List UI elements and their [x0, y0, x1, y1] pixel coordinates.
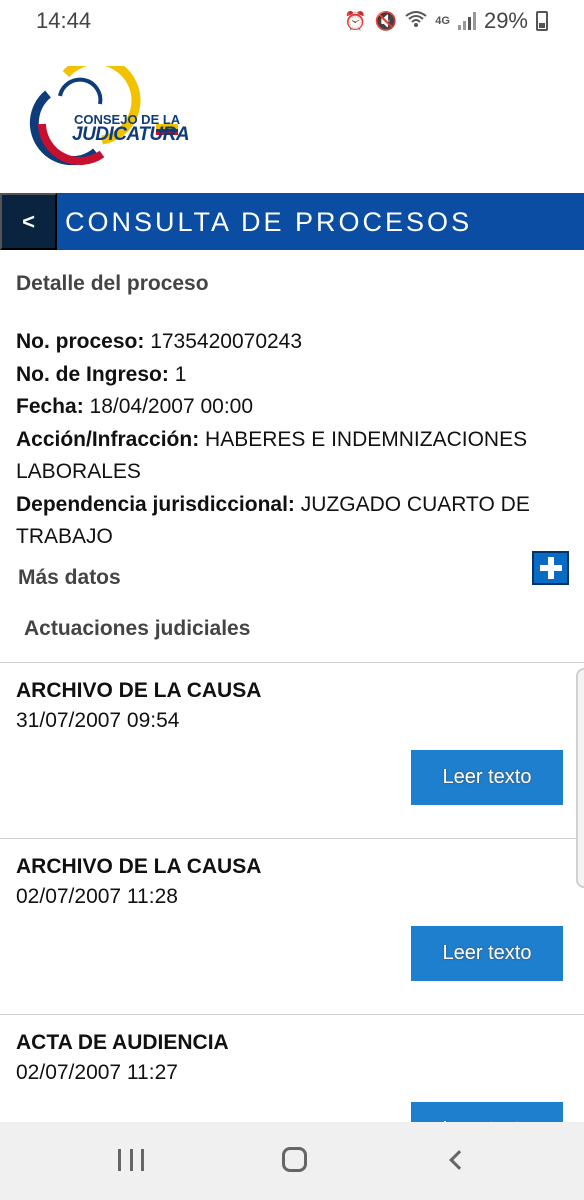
- detail-label: Dependencia jurisdiccional:: [16, 492, 295, 516]
- home-icon[interactable]: [282, 1147, 307, 1172]
- item-date: 02/07/2007 11:28: [16, 885, 178, 908]
- item-title: ARCHIVO DE LA CAUSA: [16, 855, 262, 878]
- item-date: 31/07/2007 09:54: [16, 709, 180, 732]
- battery-percent: 29%: [483, 8, 528, 33]
- status-bar: 14:44 ⏰ 🔇 4G 29%: [0, 0, 584, 40]
- process-details: No. proceso: 1735420070243 No. de Ingres…: [16, 326, 576, 554]
- detail-row-entry-number: No. de Ingreso: 1: [16, 359, 576, 392]
- wifi-icon: [405, 10, 427, 33]
- logo-text-line2: JUDICATURA: [72, 124, 190, 145]
- battery-icon: [536, 11, 548, 31]
- item-title: ACTA DE AUDIENCIA: [16, 1031, 229, 1054]
- page-header: < CONSULTA DE PROCESOS: [0, 193, 584, 250]
- back-icon[interactable]: [449, 1150, 469, 1170]
- read-text-button[interactable]: Leer texto: [411, 926, 563, 981]
- actuaciones-title: Actuaciones judiciales: [24, 617, 251, 640]
- detail-row-action: Acción/Infracción: HABERES E INDEMNIZACI…: [16, 424, 576, 489]
- actuaciones-list: ARCHIVO DE LA CAUSA 31/07/2007 09:54 Lee…: [0, 662, 584, 1190]
- detail-row-process-number: No. proceso: 1735420070243: [16, 326, 576, 359]
- android-nav-bar: [0, 1122, 584, 1200]
- detail-label: No. de Ingreso:: [16, 362, 169, 386]
- back-button[interactable]: <: [0, 193, 57, 250]
- consejo-judicatura-logo: CONSEJO DE LA JUDICATURA: [16, 55, 190, 170]
- page-title: CONSULTA DE PROCESOS: [65, 207, 473, 237]
- detail-row-date: Fecha: 18/04/2007 00:00: [16, 391, 576, 424]
- more-data-plus-button[interactable]: [532, 551, 569, 585]
- detail-value: 1: [174, 362, 187, 386]
- recent-apps-icon[interactable]: [118, 1149, 144, 1171]
- detail-section-title: Detalle del proceso: [16, 272, 209, 295]
- read-text-button[interactable]: Leer texto: [411, 750, 563, 805]
- detail-label: No. proceso:: [16, 330, 145, 353]
- detail-label: Fecha:: [16, 395, 84, 418]
- status-time: 14:44: [36, 8, 92, 33]
- item-title: ARCHIVO DE LA CAUSA: [16, 679, 262, 702]
- mute-icon: 🔇: [374, 10, 398, 31]
- detail-label: Acción/Infracción:: [16, 427, 200, 451]
- alarm-icon: ⏰: [344, 10, 367, 31]
- detail-value: 1735420070243: [150, 330, 303, 353]
- status-icons: ⏰ 🔇 4G 29%: [344, 8, 548, 34]
- more-data-label: Más datos: [18, 566, 121, 589]
- detail-value: 18/04/2007 00:00: [89, 395, 254, 418]
- list-item: ARCHIVO DE LA CAUSA 02/07/2007 11:28 Lee…: [0, 838, 584, 1014]
- network-type: 4G: [435, 15, 450, 27]
- detail-row-dependency: Dependencia jurisdiccional: JUZGADO CUAR…: [16, 489, 576, 554]
- scrollbar-thumb[interactable]: [576, 668, 584, 888]
- item-date: 02/07/2007 11:27: [16, 1061, 178, 1084]
- list-item: ARCHIVO DE LA CAUSA 31/07/2007 09:54 Lee…: [0, 662, 584, 838]
- signal-icon: [457, 12, 476, 30]
